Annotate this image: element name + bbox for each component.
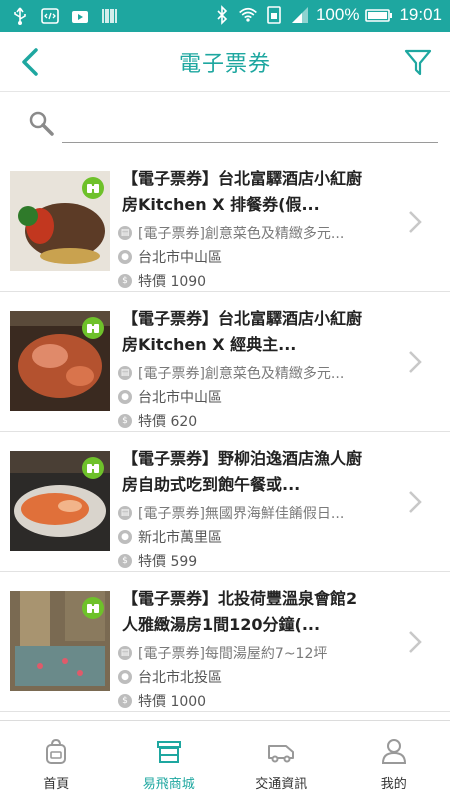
tab-label: 易飛商城	[142, 777, 195, 792]
item-price: $ 特價 1090	[118, 271, 388, 291]
binoculars-badge-icon	[82, 317, 104, 339]
tab-label: 首頁	[43, 777, 70, 792]
item-description: ▤ [電子票券]每間湯屋約7~12坪	[118, 643, 388, 663]
chevron-right-icon	[409, 211, 422, 233]
ticket-icon: ▤	[118, 506, 132, 520]
person-icon	[381, 739, 406, 764]
binoculars-badge-icon	[82, 597, 104, 619]
search-bar	[0, 92, 450, 150]
ticket-icon: ▤	[118, 646, 132, 660]
video-icon	[72, 11, 88, 23]
list-item[interactable]: 【電子票券】台北富驛酒店小紅廚房Kitchen X 排餐券(假... ▤ [電子票…	[0, 152, 450, 292]
chevron-right-icon	[409, 491, 422, 513]
location-pin-icon: ●	[118, 670, 132, 684]
location-pin-icon: ●	[118, 390, 132, 404]
item-description: ▤ [電子票券]創意菜色及精緻多元...	[118, 223, 388, 243]
item-location: ● 台北市中山區	[118, 387, 388, 407]
location-pin-icon: ●	[118, 530, 132, 544]
clock: 19:01	[399, 5, 442, 24]
search-underline	[62, 142, 438, 143]
steak-photo	[10, 171, 110, 271]
dollar-icon: $	[118, 274, 132, 288]
location-pin-icon: ●	[118, 250, 132, 264]
bluetooth-icon	[217, 5, 228, 25]
ticket-icon: ▤	[118, 226, 132, 240]
tab-me[interactable]: 我的	[338, 721, 450, 800]
battery-icon	[365, 9, 393, 22]
item-location: ● 台北市北投區	[118, 667, 388, 687]
item-description: ▤ [電子票券]無國界海鮮佳餚假日...	[118, 503, 388, 523]
item-name: 【電子票券】北投荷豐溫泉會館2人雅緻湯房1間120分鐘(...	[122, 589, 358, 634]
battery-percent: 100%	[315, 5, 360, 24]
code-icon	[41, 8, 59, 24]
store-icon	[156, 741, 181, 763]
item-name: 【電子票券】野柳泊逸酒店漁人廚房自助式吃到飽午餐或...	[122, 449, 363, 494]
tab-store[interactable]: 易飛商城	[113, 721, 226, 800]
dollar-icon: $	[118, 554, 132, 568]
item-location: ● 台北市中山區	[118, 247, 388, 267]
tab-label: 交通資訊	[255, 777, 308, 792]
sim-icon	[267, 6, 281, 24]
bottom-navigation: 首頁 易飛商城 交通資訊 我的	[0, 720, 450, 800]
signal-icon	[291, 7, 308, 23]
search-input[interactable]	[62, 112, 438, 140]
tab-home[interactable]: 首頁	[0, 721, 113, 800]
binoculars-badge-icon	[82, 457, 104, 479]
dollar-icon: $	[118, 414, 132, 428]
item-location: ● 新北市萬里區	[118, 527, 388, 547]
chevron-right-icon	[409, 631, 422, 653]
barcode-icon	[102, 9, 117, 23]
item-price: $ 特價 599	[118, 551, 388, 571]
page-title: 電子票券	[178, 52, 271, 77]
tab-traffic[interactable]: 交通資訊	[225, 721, 338, 800]
dollar-icon: $	[118, 694, 132, 708]
search-icon	[29, 111, 54, 136]
chevron-right-icon	[409, 351, 422, 373]
roast-meat-photo	[10, 311, 110, 411]
list-item[interactable]: 【電子票券】野柳泊逸酒店漁人廚房自助式吃到飽午餐或... ▤ [電子票券]無國界海…	[0, 432, 450, 572]
list-item[interactable]: 【電子票券】北投荷豐溫泉會館2人雅緻湯房1間120分鐘(... ▤ [電子票券]每…	[0, 572, 450, 712]
list-item[interactable]: 【電子票券】台北富驛酒店小紅廚房Kitchen X 經典主... ▤ [電子票券]…	[0, 292, 450, 432]
filter-icon[interactable]	[400, 44, 436, 80]
ticket-list: 【電子票券】台北富驛酒店小紅廚房Kitchen X 排餐券(假... ▤ [電子票…	[0, 152, 450, 720]
backpack-icon	[46, 738, 67, 764]
seafood-buffet-photo	[10, 451, 110, 551]
item-description: ▤ [電子票券]創意菜色及精緻多元...	[118, 363, 388, 383]
item-name: 【電子票券】台北富驛酒店小紅廚房Kitchen X 排餐券(假...	[122, 169, 363, 214]
tab-label: 我的	[380, 777, 407, 792]
item-name: 【電子票券】台北富驛酒店小紅廚房Kitchen X 經典主...	[122, 309, 363, 354]
usb-icon	[14, 7, 26, 25]
binoculars-badge-icon	[82, 177, 104, 199]
ticket-icon: ▤	[118, 366, 132, 380]
item-price: $ 特價 1000	[118, 691, 388, 711]
hot-spring-room-photo	[10, 591, 110, 691]
item-price: $ 特價 620	[118, 411, 388, 431]
status-bar: 100% 19:01	[0, 0, 450, 32]
title-bar: 電子票券	[0, 32, 450, 92]
van-icon	[268, 745, 295, 763]
wifi-icon	[239, 7, 257, 22]
